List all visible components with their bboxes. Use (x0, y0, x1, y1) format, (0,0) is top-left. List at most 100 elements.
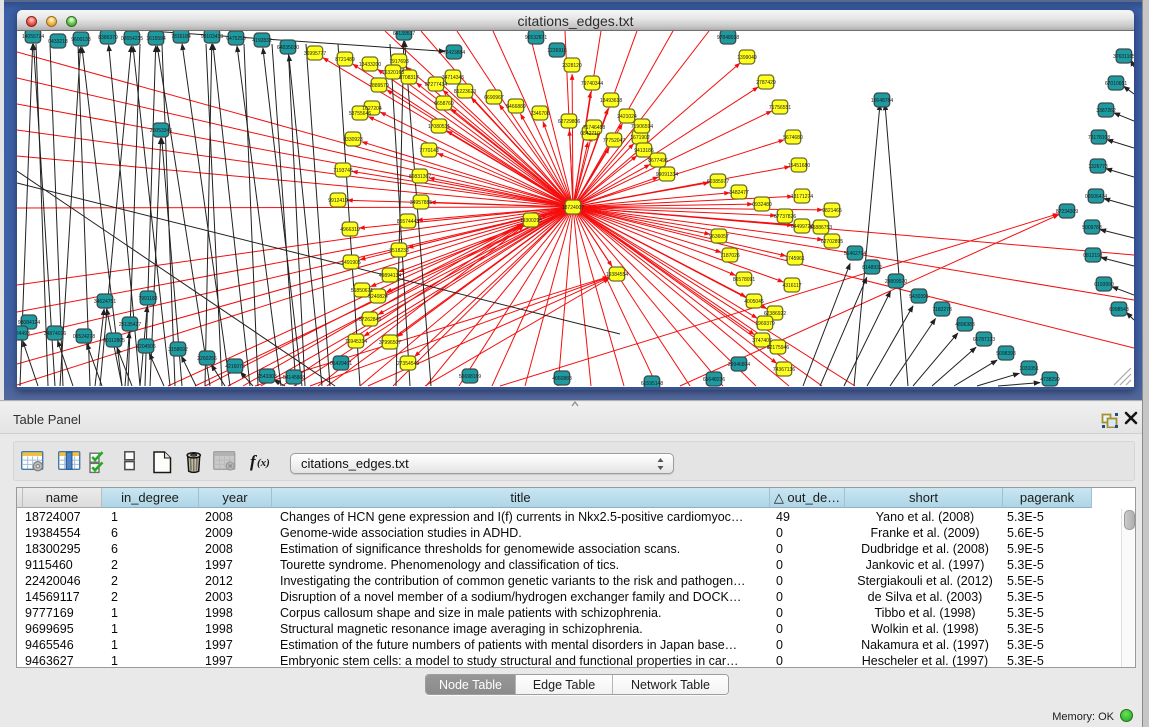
svg-text:7543303: 7543303 (257, 374, 277, 380)
svg-text:4316117: 4316117 (782, 283, 801, 289)
svg-text:67737826: 67737826 (774, 214, 796, 220)
svg-text:00524278: 00524278 (73, 334, 95, 340)
svg-text:1226916: 1226916 (547, 48, 567, 54)
svg-text:62729806: 62729806 (558, 119, 580, 125)
svg-text:0842710: 0842710 (580, 131, 600, 137)
svg-text:7182278: 7182278 (932, 307, 952, 313)
svg-text:1615594: 1615594 (146, 36, 166, 42)
svg-text:49894134: 49894134 (379, 273, 401, 279)
svg-text:5674680: 5674680 (783, 135, 803, 141)
svg-text:57262849: 57262849 (359, 317, 381, 323)
svg-text:13433200: 13433200 (359, 62, 381, 68)
svg-text:5466889: 5466889 (506, 104, 526, 110)
svg-text:53755646: 53755646 (349, 111, 371, 117)
svg-text:87277434: 87277434 (425, 82, 447, 88)
svg-text:80112805: 80112805 (103, 338, 125, 344)
svg-text:2787429: 2787429 (756, 80, 776, 86)
svg-text:1031051: 1031051 (1019, 366, 1039, 372)
svg-text:6204505: 6204505 (136, 344, 156, 350)
svg-text:9413186: 9413186 (634, 148, 654, 154)
svg-text:1824493: 1824493 (17, 331, 30, 337)
svg-text:6193990: 6193990 (1094, 282, 1114, 288)
svg-text:1399049: 1399049 (737, 55, 757, 61)
svg-text:5430391: 5430391 (909, 294, 929, 300)
svg-text:62386922: 62386922 (764, 311, 786, 317)
svg-text:18724007: 18724007 (562, 205, 584, 211)
svg-text:67010651: 67010651 (1105, 81, 1127, 87)
svg-text:7346706: 7346706 (530, 111, 550, 117)
svg-text:28809570: 28809570 (885, 279, 907, 285)
svg-text:55698169: 55698169 (459, 374, 481, 380)
svg-text:7816184: 7816184 (171, 34, 191, 40)
svg-text:72423884: 72423884 (443, 50, 465, 56)
svg-text:20053346: 20053346 (150, 128, 172, 134)
svg-text:7991183: 7991183 (138, 296, 157, 302)
svg-text:36995777: 36995777 (304, 51, 326, 57)
svg-text:13493618: 13493618 (600, 98, 622, 104)
svg-text:34874016: 34874016 (44, 331, 66, 337)
svg-text:34714345: 34714345 (442, 75, 464, 81)
svg-text:55886753: 55886753 (810, 225, 832, 231)
svg-text:1969379: 1969379 (755, 321, 775, 327)
svg-text:19384554: 19384554 (606, 272, 628, 278)
svg-text:29946804: 29946804 (728, 362, 750, 368)
svg-text:7187026: 7187026 (720, 253, 740, 259)
svg-text:74367136: 74367136 (773, 367, 795, 373)
svg-text:82175946: 82175946 (767, 345, 789, 351)
svg-text:8708317: 8708317 (399, 75, 419, 81)
svg-text:16648784: 16648784 (871, 98, 893, 104)
svg-text:5098393: 5098393 (996, 351, 1016, 357)
svg-text:3158692: 3158692 (168, 347, 188, 353)
svg-text:6475255: 6475255 (226, 36, 246, 42)
svg-text:3747407: 3747407 (752, 338, 772, 344)
svg-text:0433218: 0433218 (48, 39, 68, 45)
svg-text:(x): (x) (257, 457, 270, 469)
svg-text:8677496: 8677496 (648, 158, 668, 164)
svg-text:6658760: 6658760 (434, 101, 454, 107)
svg-text:7889579: 7889579 (369, 83, 389, 89)
svg-text:3518233: 3518233 (389, 248, 409, 254)
svg-text:71756551: 71756551 (769, 105, 791, 111)
svg-text:2421024: 2421024 (617, 114, 637, 120)
svg-text:65787133: 65787133 (973, 337, 995, 343)
svg-text:3482477: 3482477 (729, 190, 749, 196)
svg-text:64139537: 64139537 (393, 31, 415, 37)
svg-text:4966319: 4966319 (340, 227, 360, 233)
svg-text:6690967: 6690967 (484, 95, 504, 101)
svg-text:4192832: 4192832 (252, 38, 272, 44)
svg-text:71746488: 71746488 (583, 125, 605, 131)
svg-text:77752047: 77752047 (603, 138, 625, 144)
svg-text:4216073: 4216073 (225, 364, 245, 370)
svg-text:2260256: 2260256 (197, 356, 217, 362)
svg-text:0812191: 0812191 (1083, 253, 1103, 259)
svg-text:02654235: 02654235 (121, 36, 143, 42)
svg-text:7770143: 7770143 (419, 148, 439, 154)
svg-text:34624751: 34624751 (94, 299, 116, 305)
svg-text:13171274: 13171274 (791, 194, 813, 200)
svg-text:9821465: 9821465 (822, 208, 842, 214)
svg-text:79740344: 79740344 (581, 81, 603, 87)
svg-text:4896383: 4896383 (955, 322, 975, 328)
svg-text:34957885: 34957885 (410, 200, 432, 206)
svg-text:61595148: 61595148 (641, 381, 663, 387)
svg-text:25135427: 25135427 (119, 322, 141, 328)
svg-text:99091334: 99091334 (656, 172, 678, 178)
svg-text:86578091: 86578091 (733, 277, 755, 283)
svg-text:65648236: 65648236 (703, 377, 725, 383)
svg-text:19300295: 19300295 (520, 218, 542, 224)
svg-text:87234309: 87234309 (1056, 209, 1078, 215)
svg-text:7193745: 7193745 (333, 168, 353, 174)
svg-text:5240824: 5240824 (368, 294, 388, 300)
svg-text:8721489: 8721489 (335, 57, 355, 63)
svg-text:4738299: 4738299 (1040, 377, 1060, 383)
svg-text:9912419: 9912419 (328, 198, 348, 204)
svg-text:37996507: 37996507 (379, 340, 401, 346)
svg-text:0330923: 0330923 (343, 137, 363, 143)
svg-text:37631165: 37631165 (1113, 54, 1134, 60)
svg-text:81223623: 81223623 (454, 89, 476, 95)
svg-text:8386379: 8386379 (98, 35, 118, 41)
svg-text:97848018: 97848018 (717, 35, 739, 41)
svg-text:98084124: 98084124 (18, 320, 40, 326)
svg-text:01429401: 01429401 (330, 361, 352, 367)
svg-text:76945314: 76945314 (345, 339, 367, 345)
